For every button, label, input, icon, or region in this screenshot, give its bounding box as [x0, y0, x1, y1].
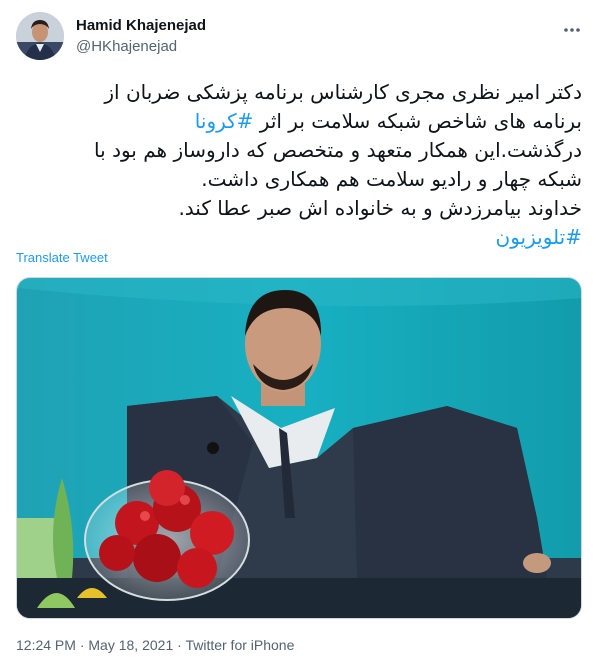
author-handle[interactable]: @HKhajenejad: [76, 38, 177, 55]
tv-host-photo: [17, 278, 581, 618]
hashtag-link[interactable]: #تلویزیون: [496, 225, 582, 249]
tweet-text-line: برنامه های شاخص شبکه سلامت بر اثر #کرونا: [16, 107, 582, 136]
tweet-text-line: #تلویزیون: [16, 223, 582, 252]
tweet-header: Hamid Khajenejad @HKhajenejad: [16, 12, 582, 62]
author-display-name[interactable]: Hamid Khajenejad: [76, 17, 206, 34]
tweet-time[interactable]: 12:24 PM: [16, 637, 76, 653]
tweet-meta: 12:24 PM · May 18, 2021 · Twitter for iP…: [16, 637, 294, 653]
meta-separator: ·: [173, 637, 186, 653]
more-horizontal-icon[interactable]: [562, 20, 582, 40]
hashtag-link[interactable]: #کرونا: [195, 109, 254, 133]
avatar[interactable]: [16, 12, 64, 60]
tweet-text: دکتر امیر نظری مجری کارشناس برنامه پزشکی…: [16, 78, 582, 252]
translate-tweet-link[interactable]: Translate Tweet: [16, 250, 108, 265]
tweet-photo[interactable]: [16, 277, 582, 619]
tweet-text-line: درگذشت.این همکار متعهد و متخصص که داروسا…: [94, 138, 582, 162]
tweet-text-segment: برنامه های شاخص شبکه سلامت بر اثر: [253, 109, 582, 133]
tweet-source[interactable]: Twitter for iPhone: [185, 637, 294, 653]
meta-separator: ·: [75, 637, 89, 653]
tweet-date[interactable]: May 18, 2021: [88, 637, 173, 653]
tweet-text-line: خداوند بیامرزدش و به خانواده اش صبر عطا …: [178, 196, 582, 220]
tweet-card: Hamid Khajenejad @HKhajenejad دکتر امیر …: [0, 0, 598, 669]
tweet-text-line: شبکه چهار و رادیو سلامت هم همکاری داشت.: [201, 167, 582, 191]
tweet-text-line: دکتر امیر نظری مجری کارشناس برنامه پزشکی…: [104, 80, 582, 104]
